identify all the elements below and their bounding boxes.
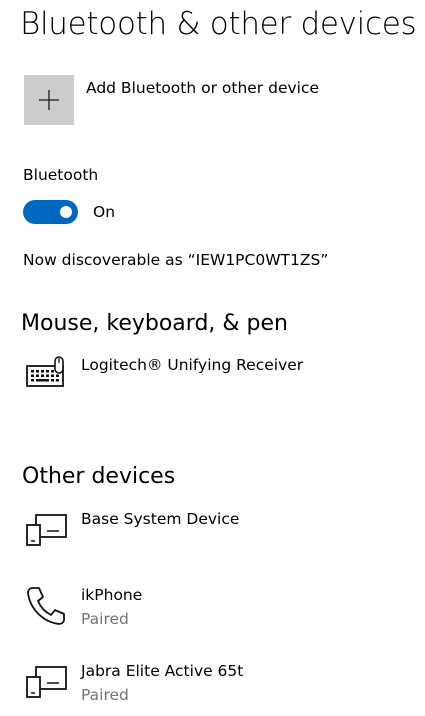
discoverable-status: Now discoverable as “IEW1PC0WT1ZS” [23,251,329,269]
device-name: Jabra Elite Active 65t [81,662,244,680]
add-device-button[interactable] [24,75,74,125]
device-name: ikPhone [81,586,143,604]
device-item-ikphone[interactable]: ikPhone Paired [24,583,414,633]
device-item-base-system[interactable]: Base System Device [24,507,414,551]
phone-icon [27,587,65,625]
device-status: Paired [81,686,129,704]
page-title: Bluetooth & other devices [20,6,417,42]
bluetooth-label: Bluetooth [23,166,99,184]
device-name: Logitech® Unifying Receiver [81,356,304,374]
device-name: Base System Device [81,510,240,528]
add-device-label[interactable]: Add Bluetooth or other device [86,79,319,97]
keyboard-icon [26,356,64,387]
device-item-jabra[interactable]: Jabra Elite Active 65t Paired [24,659,414,709]
bluetooth-toggle[interactable] [23,200,78,224]
device-item-logitech[interactable]: Logitech® Unifying Receiver [24,353,414,397]
device-status: Paired [81,610,129,628]
device-icon [26,514,67,546]
toggle-knob [60,206,72,218]
plus-icon [39,90,59,110]
section-title-other-devices: Other devices [22,464,176,489]
device-icon [26,666,67,698]
bluetooth-toggle-state: On [93,203,116,221]
section-title-mouse-keyboard-pen: Mouse, keyboard, & pen [21,311,288,336]
